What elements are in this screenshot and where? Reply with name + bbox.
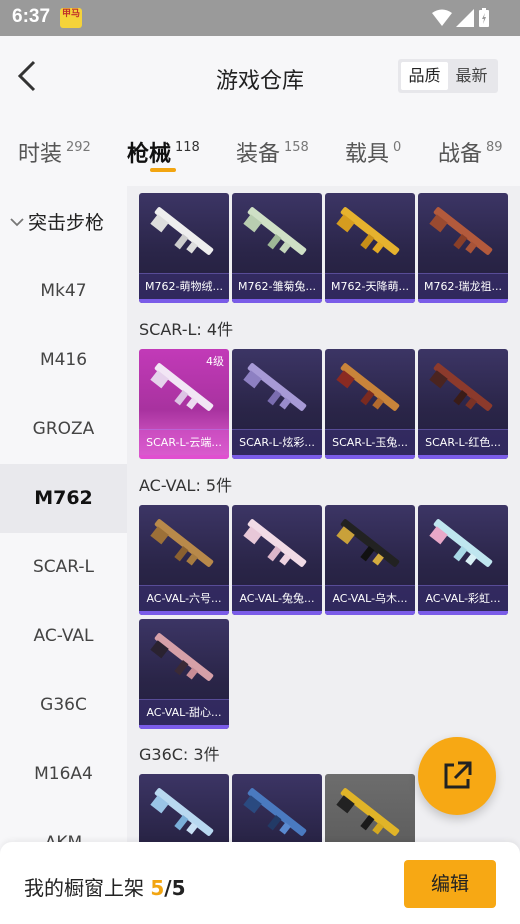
sort-toggle: 品质 最新 bbox=[398, 59, 498, 93]
tab-label: 枪械 bbox=[127, 142, 172, 167]
wifi-icon bbox=[432, 9, 452, 26]
tab-supplies[interactable]: 战备 89 bbox=[438, 136, 503, 168]
skin-card-label: AC-VAL-乌木... bbox=[325, 585, 415, 611]
rifle-icon bbox=[336, 363, 400, 411]
tab-label: 装备 bbox=[236, 142, 281, 167]
rifle-icon bbox=[150, 633, 214, 681]
rifle-icon bbox=[336, 788, 400, 836]
app-root: 6:37 甲马 游戏仓库 品质 最新 时装 292 枪械 118 装备 158 载具 0… bbox=[0, 0, 520, 924]
status-bar: 6:37 甲马 bbox=[0, 0, 520, 36]
skin-card[interactable]: AC-VAL-兔兔... bbox=[232, 505, 322, 615]
chevron-down-icon bbox=[10, 217, 24, 226]
share-button[interactable] bbox=[418, 737, 496, 815]
skin-card[interactable]: AC-VAL-甜心... bbox=[139, 619, 229, 729]
skin-card-label: M762-萌物绒... bbox=[139, 273, 229, 299]
tab-firearms[interactable]: 枪械 118 bbox=[127, 136, 200, 168]
skin-card[interactable]: AC-VAL-彩虹... bbox=[418, 505, 508, 615]
tab-count: 89 bbox=[486, 140, 503, 155]
rifle-icon bbox=[243, 363, 307, 411]
skin-card[interactable]: AC-VAL-乌木... bbox=[325, 505, 415, 615]
showcase-status: 我的橱窗上架 5/5 bbox=[24, 872, 186, 901]
section-title-scar-l: SCAR-L: 4件 bbox=[139, 320, 234, 339]
rifle-icon bbox=[336, 519, 400, 567]
section-title-g36c: G36C: 3件 bbox=[139, 745, 220, 764]
skin-card[interactable]: SCAR-L-玉兔... bbox=[325, 349, 415, 459]
skin-card-label: SCAR-L-炫彩... bbox=[232, 429, 322, 455]
showcase-label: 我的橱窗上架 bbox=[24, 876, 144, 900]
signal-icon bbox=[456, 9, 474, 27]
bottom-bar: 我的橱窗上架 5/5 编辑 bbox=[0, 842, 520, 924]
category-tabs: 时装 292 枪械 118 装备 158 载具 0 战备 89 bbox=[0, 118, 520, 186]
skin-card[interactable]: M762-天降萌... bbox=[325, 193, 415, 303]
skin-card[interactable]: M762-萌物绒... bbox=[139, 193, 229, 303]
notification-app-icon: 甲马 bbox=[60, 8, 82, 28]
skin-card-label: M762-雏菊兔... bbox=[232, 273, 322, 299]
sidebar-category-label: 突击步枪 bbox=[28, 212, 105, 234]
tab-vehicles[interactable]: 载具 0 bbox=[345, 136, 401, 168]
sidebar-item-m16a4[interactable]: M16A4 bbox=[0, 740, 127, 809]
tab-count: 158 bbox=[284, 140, 309, 155]
tab-count: 292 bbox=[66, 140, 91, 155]
skin-card[interactable]: M762-瑞龙祖... bbox=[418, 193, 508, 303]
rifle-icon bbox=[429, 363, 493, 411]
tab-label: 时装 bbox=[18, 142, 63, 167]
battery-icon bbox=[479, 8, 489, 27]
tab-count: 118 bbox=[175, 140, 200, 155]
weapon-sidebar: 突击步枪 Mk47 M416 GROZA M762 SCAR-L AC-VAL … bbox=[0, 186, 127, 924]
sort-quality-button[interactable]: 品质 bbox=[401, 62, 448, 90]
skin-card-label: SCAR-L-玉兔... bbox=[325, 429, 415, 455]
rifle-icon bbox=[429, 519, 493, 567]
sidebar-item-mk47[interactable]: Mk47 bbox=[0, 257, 127, 326]
showcase-separator: / bbox=[164, 876, 172, 900]
sidebar-item-groza[interactable]: GROZA bbox=[0, 395, 127, 464]
skin-card-label: SCAR-L-红色... bbox=[418, 429, 508, 455]
sidebar-item-ac-val[interactable]: AC-VAL bbox=[0, 602, 127, 671]
header: 游戏仓库 品质 最新 bbox=[0, 36, 520, 118]
sidebar-category[interactable]: 突击步枪 bbox=[10, 208, 104, 235]
showcase-total: 5 bbox=[171, 876, 186, 900]
sort-latest-button[interactable]: 最新 bbox=[448, 62, 495, 90]
skin-card[interactable]: SCAR-L-炫彩... bbox=[232, 349, 322, 459]
tab-count: 0 bbox=[393, 140, 402, 155]
rifle-icon bbox=[150, 207, 214, 255]
tab-fashion[interactable]: 时装 292 bbox=[18, 136, 91, 168]
skin-card-label: SCAR-L-云端... bbox=[139, 429, 229, 455]
skin-card-label: AC-VAL-彩虹... bbox=[418, 585, 508, 611]
status-time: 6:37 bbox=[12, 6, 51, 27]
skin-card[interactable]: AC-VAL-六号... bbox=[139, 505, 229, 615]
sidebar-item-m416[interactable]: M416 bbox=[0, 326, 127, 395]
status-icons bbox=[432, 8, 490, 28]
showcase-count: 5 bbox=[150, 876, 165, 900]
tab-label: 战备 bbox=[438, 142, 483, 167]
skin-card[interactable]: SCAR-L-红色... bbox=[418, 349, 508, 459]
sidebar-item-m762[interactable]: M762 bbox=[0, 464, 127, 533]
rifle-icon bbox=[336, 207, 400, 255]
rifle-icon bbox=[243, 207, 307, 255]
rifle-icon bbox=[243, 788, 307, 836]
tab-equipment[interactable]: 装备 158 bbox=[236, 136, 309, 168]
rifle-icon bbox=[243, 519, 307, 567]
rifle-icon bbox=[429, 207, 493, 255]
rifle-icon bbox=[150, 788, 214, 836]
skin-card-label: M762-瑞龙祖... bbox=[418, 273, 508, 299]
active-tab-indicator bbox=[150, 168, 176, 172]
skin-card[interactable]: M762-雏菊兔... bbox=[232, 193, 322, 303]
skin-card[interactable]: 4级 SCAR-L-云端... bbox=[139, 349, 229, 459]
tab-label: 载具 bbox=[345, 142, 390, 167]
skin-card-label: AC-VAL-甜心... bbox=[139, 699, 229, 725]
skin-card-label: AC-VAL-六号... bbox=[139, 585, 229, 611]
sidebar-item-scar-l[interactable]: SCAR-L bbox=[0, 533, 127, 602]
rifle-icon bbox=[150, 363, 214, 411]
skin-card-label: AC-VAL-兔兔... bbox=[232, 585, 322, 611]
sidebar-item-g36c[interactable]: G36C bbox=[0, 671, 127, 740]
rifle-icon bbox=[150, 519, 214, 567]
skin-card-label: M762-天降萌... bbox=[325, 273, 415, 299]
edit-button[interactable]: 编辑 bbox=[404, 860, 496, 908]
section-title-ac-val: AC-VAL: 5件 bbox=[139, 476, 233, 495]
share-icon bbox=[444, 761, 472, 789]
